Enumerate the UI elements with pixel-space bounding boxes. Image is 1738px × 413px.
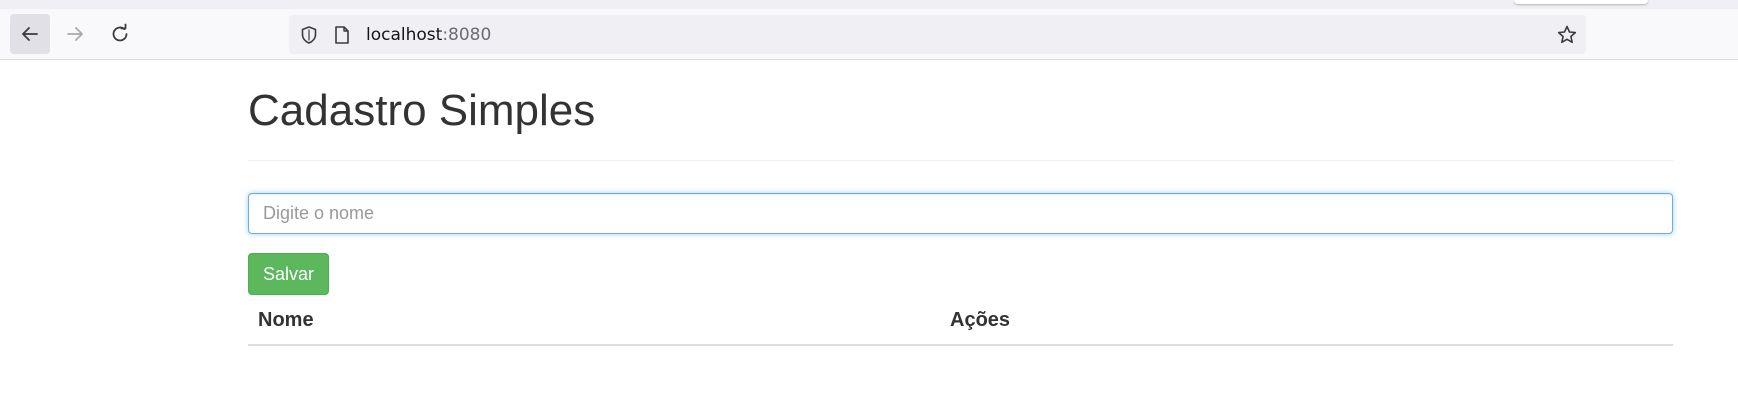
url-host: localhost bbox=[366, 25, 443, 45]
page-title: Cadastro Simples bbox=[248, 86, 596, 135]
arrow-right-icon bbox=[67, 27, 83, 41]
forward-button[interactable] bbox=[55, 14, 95, 54]
url-text[interactable]: localhost:8080 bbox=[366, 25, 491, 45]
bookmark-star-icon[interactable] bbox=[1556, 24, 1578, 46]
column-header-actions: Ações bbox=[950, 309, 1011, 331]
tab-edge[interactable] bbox=[1514, 0, 1648, 4]
browser-toolbar: localhost:8080 bbox=[0, 9, 1738, 60]
back-button[interactable] bbox=[10, 14, 50, 54]
page-icon[interactable] bbox=[331, 24, 353, 46]
column-header-name: Nome bbox=[258, 309, 314, 331]
reload-button[interactable] bbox=[100, 14, 140, 54]
url-port: :8080 bbox=[442, 25, 492, 45]
tab-strip bbox=[0, 0, 1738, 9]
title-divider bbox=[248, 160, 1673, 161]
name-input[interactable] bbox=[248, 193, 1673, 234]
names-table: Nome Ações bbox=[248, 301, 1673, 346]
arrow-left-icon bbox=[22, 27, 38, 41]
table-header-row: Nome Ações bbox=[248, 301, 1673, 346]
address-bar[interactable]: localhost:8080 bbox=[289, 15, 1586, 54]
shield-icon[interactable] bbox=[298, 24, 320, 46]
save-button[interactable]: Salvar bbox=[248, 253, 329, 295]
reload-icon bbox=[112, 23, 128, 42]
